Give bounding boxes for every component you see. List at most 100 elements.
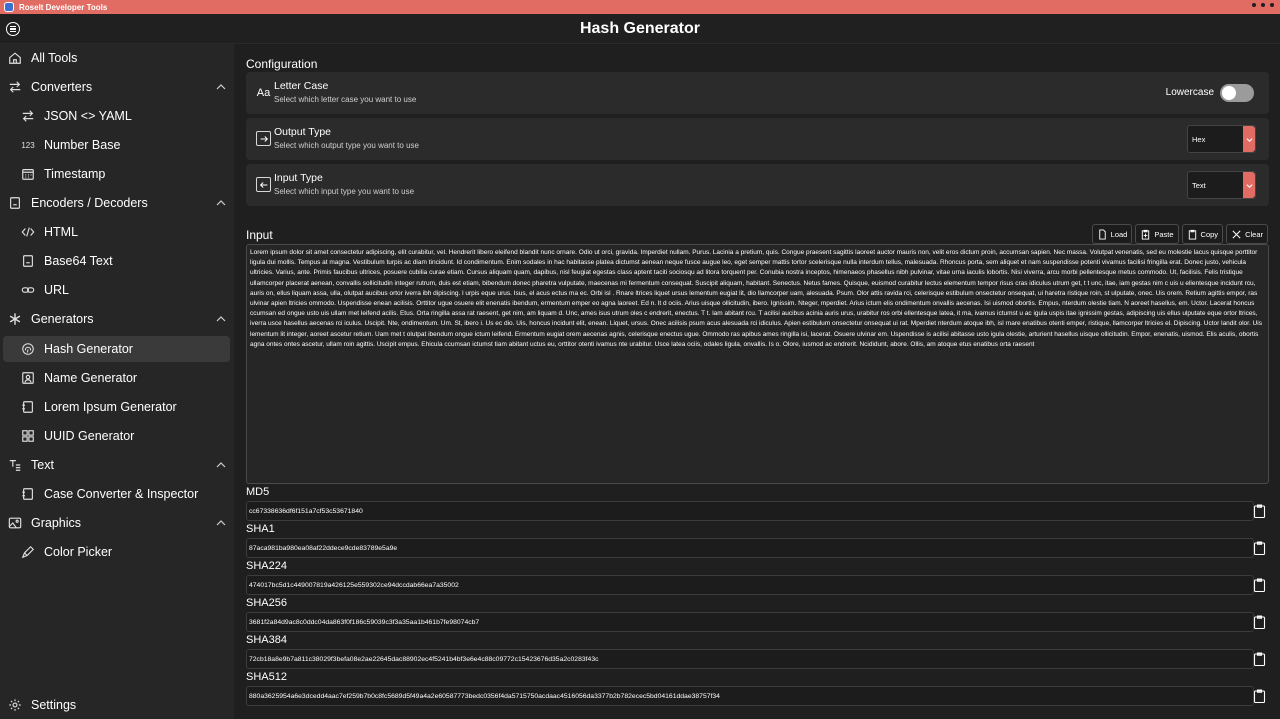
sidebar-item-label: Generators (31, 312, 94, 326)
input-toolbar: Load Paste Copy Clear (1091, 224, 1268, 244)
sidebar-item-label: Number Base (44, 138, 121, 152)
sidebar-item-label: Converters (31, 80, 93, 94)
sha224-value: 474017bc5d1c449007819a426125e559302ce94d… (249, 582, 459, 589)
sidebar-item-case-converter[interactable]: Case Converter & Inspector (0, 481, 234, 507)
sha256-value: 3681f2a84d9ac8c0ddc04da863f0f186c59039c3… (249, 619, 480, 626)
clipboard-icon (1253, 503, 1266, 518)
sidebar-item-converters[interactable]: Converters (0, 74, 234, 100)
sidebar-item-encoders-decoders[interactable]: Encoders / Decoders (0, 190, 234, 216)
sidebar-item-name-generator[interactable]: Name Generator (0, 365, 234, 391)
document-icon (7, 195, 23, 211)
settings-label: Settings (31, 698, 77, 712)
sidebar-item-label: HTML (44, 225, 79, 239)
sidebar-item-label: JSON <> YAML (44, 109, 132, 123)
output-type-select[interactable]: Hex (1187, 125, 1256, 153)
sha384-output[interactable]: 72cb18a8e9b7a811c38029f3befa08e2ae22645d… (246, 649, 1254, 669)
input-textarea[interactable]: Lorem ipsum dolor sit amet consectetur a… (246, 244, 1269, 484)
main-content: Configuration Aa Letter Case Select whic… (234, 44, 1280, 719)
clear-label: Clear (1245, 229, 1263, 239)
sidebar-item-number-base[interactable]: 123 Number Base (0, 132, 234, 158)
lowercase-toggle[interactable] (1220, 84, 1254, 102)
clear-button[interactable]: Clear (1226, 224, 1268, 244)
paste-icon (1142, 229, 1150, 240)
sidebar-item-color-picker[interactable]: Color Picker (0, 539, 234, 565)
sidebar-item-label: UUID Generator (44, 429, 135, 443)
clipboard-icon (1253, 540, 1266, 555)
sha224-label: SHA224 (246, 560, 287, 572)
paste-label: Paste (1154, 229, 1174, 239)
page-header: Hash Generator (0, 14, 1280, 44)
sha1-value: 87aca981ba980ea08af22ddece9cde83789e5a9e (249, 545, 398, 552)
chevron-up-icon[interactable] (215, 517, 227, 529)
load-button[interactable]: Load (1091, 224, 1133, 244)
paste-button[interactable]: Paste (1135, 224, 1179, 244)
sha224-output[interactable]: 474017bc5d1c449007819a426125e559302ce94d… (246, 575, 1254, 595)
person-icon (20, 370, 36, 386)
page-title: Hash Generator (579, 20, 701, 37)
maximize-dot-icon[interactable] (1261, 3, 1265, 7)
fingerprint-icon (20, 341, 36, 357)
chevron-up-icon[interactable] (215, 81, 227, 93)
sidebar-item-base64-text[interactable]: Base64 Text (0, 248, 234, 274)
app-logo-icon (4, 2, 14, 12)
sidebar-item-label: Encoders / Decoders (31, 196, 148, 210)
sidebar-item-settings[interactable]: Settings (0, 692, 234, 718)
sha256-output[interactable]: 3681f2a84d9ac8c0ddc04da863f0f186c59039c3… (246, 612, 1254, 632)
sha384-value: 72cb18a8e9b7a811c38029f3befa08e2ae22645d… (249, 656, 599, 663)
sidebar-item-hash-generator[interactable]: Hash Generator (3, 336, 230, 362)
document-icon (20, 253, 36, 269)
window-controls[interactable] (1252, 3, 1274, 7)
text-icon (20, 486, 36, 502)
letter-case-card: Aa Letter Case Select which letter case … (246, 72, 1269, 114)
copy-sha1-button[interactable] (1251, 539, 1268, 556)
text-icon (20, 399, 36, 415)
window-titlebar[interactable]: Roselt Developer Tools (0, 0, 1280, 14)
output-type-card: Output Type Select which output type you… (246, 118, 1269, 160)
input-type-desc: Select which input type you want to use (274, 187, 415, 196)
calendar-icon (20, 166, 36, 182)
copy-sha256-button[interactable] (1251, 613, 1268, 630)
sidebar-item-label: All Tools (31, 51, 78, 65)
sidebar-item-html[interactable]: HTML (0, 219, 234, 245)
lowercase-label: Lowercase (1165, 87, 1214, 98)
sidebar-item-lorem-ipsum-generator[interactable]: Lorem Ipsum Generator (0, 394, 234, 420)
clipboard-icon (1188, 229, 1196, 240)
copy-label: Copy (1200, 229, 1219, 239)
sidebar-item-text[interactable]: Text (0, 452, 234, 478)
chevron-down-icon[interactable] (1243, 126, 1255, 152)
link-icon (20, 282, 36, 298)
sidebar-item-timestamp[interactable]: Timestamp (0, 161, 234, 187)
sidebar-item-label: Hash Generator (44, 342, 133, 356)
sha512-value: 880a3625954a6e3dcedd4aac7ef259b7b0c8fc56… (249, 693, 720, 700)
sha384-label: SHA384 (246, 634, 287, 646)
clipboard-icon (1253, 688, 1266, 703)
md5-output[interactable]: cc67338636df6f151a7cf53c53671840 (246, 501, 1254, 521)
copy-md5-button[interactable] (1251, 502, 1268, 519)
sidebar-item-label: Color Picker (44, 545, 113, 559)
sidebar-item-uuid-generator[interactable]: UUID Generator (0, 423, 234, 449)
copy-sha512-button[interactable] (1251, 687, 1268, 704)
sidebar-item-label: Timestamp (44, 167, 106, 181)
clipboard-icon (1253, 651, 1266, 666)
chevron-up-icon[interactable] (215, 197, 227, 209)
input-type-select[interactable]: Text (1187, 171, 1256, 199)
copy-sha224-button[interactable] (1251, 576, 1268, 593)
chevron-up-icon[interactable] (215, 313, 227, 325)
copy-button[interactable]: Copy (1181, 224, 1224, 244)
input-text: Lorem ipsum dolor sit amet consectetur a… (250, 249, 1262, 348)
sidebar-item-json-yaml[interactable]: JSON <> YAML (0, 103, 234, 129)
sha1-output[interactable]: 87aca981ba980ea08af22ddece9cde83789e5a9e (246, 538, 1254, 558)
sidebar-item-graphics[interactable]: Graphics (0, 510, 234, 536)
sha512-output[interactable]: 880a3625954a6e3dcedd4aac7ef259b7b0c8fc56… (246, 686, 1254, 706)
sidebar-item-all-tools[interactable]: All Tools (0, 45, 234, 71)
minimize-dot-icon[interactable] (1252, 3, 1256, 7)
clipboard-icon (1253, 614, 1266, 629)
chevron-up-icon[interactable] (215, 459, 227, 471)
sidebar-item-generators[interactable]: Generators (0, 306, 234, 332)
copy-sha384-button[interactable] (1251, 650, 1268, 667)
sidebar-item-url[interactable]: URL (0, 277, 234, 303)
sha512-label: SHA512 (246, 671, 287, 683)
chevron-down-icon[interactable] (1243, 172, 1255, 198)
close-dot-icon[interactable] (1270, 3, 1274, 7)
123-icon: 123 (21, 140, 35, 150)
